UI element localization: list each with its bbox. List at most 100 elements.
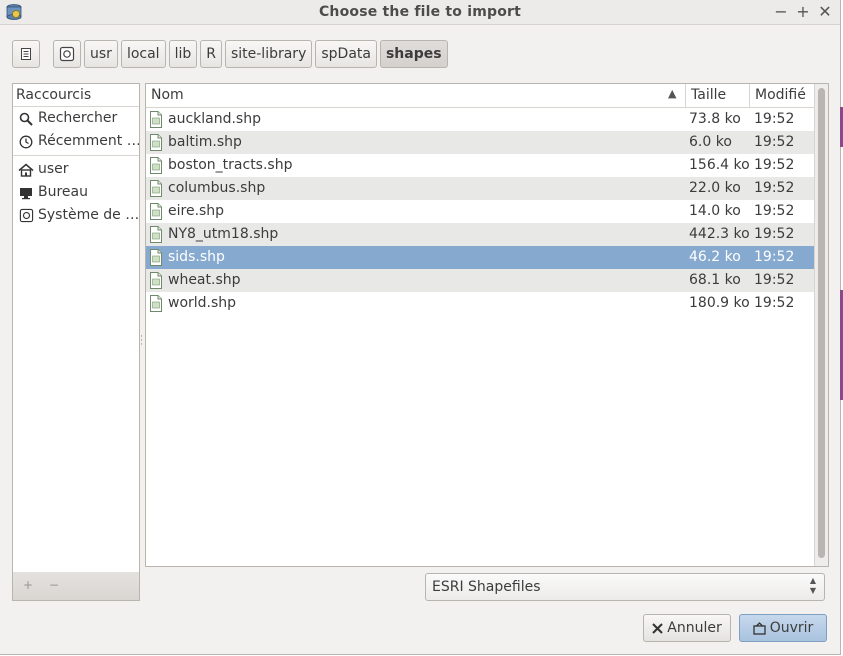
file-name: columbus.shp [168,180,266,196]
path-root-button[interactable] [53,40,81,68]
shapefile-icon [149,134,163,151]
search-icon [17,110,35,128]
file-size: 46.2 ko [689,249,741,265]
column-header-size[interactable]: Taille [685,84,749,107]
place-label: Récemment … [38,133,139,149]
file-size: 156.4 ko [689,157,750,173]
file-row[interactable]: NY8_utm18.shp 442.3 ko 19:52 [146,223,814,246]
place-label: user [38,161,69,177]
file-row[interactable]: eire.shp 14.0 ko 19:52 [146,200,814,223]
file-row[interactable]: wheat.shp 68.1 ko 19:52 [146,269,814,292]
file-name: boston_tracts.shp [168,157,293,173]
place-recent[interactable]: Récemment … [13,130,139,153]
shapefile-icon [149,157,163,174]
file-size: 22.0 ko [689,180,741,196]
file-row[interactable]: columbus.shp 22.0 ko 19:52 [146,177,814,200]
file-modified: 19:52 [754,249,795,265]
open-box-icon [753,621,766,635]
file-chooser-dialog: Choose the file to import − + ✕ usr loca… [0,0,841,655]
cancel-label: Annuler [667,620,722,636]
disk-icon [17,207,35,225]
places-toolbar: + − [12,572,140,601]
clock-icon [17,133,35,151]
cancel-x-icon [652,622,663,634]
file-modified: 19:52 [754,272,795,288]
file-modified: 19:52 [754,134,795,150]
file-name: wheat.shp [168,272,241,288]
file-row[interactable]: world.shp 180.9 ko 19:52 [146,292,814,315]
place-label: Rechercher [38,110,118,126]
path-segment-r[interactable]: R [200,40,222,68]
file-row[interactable]: baltim.shp 6.0 ko 19:52 [146,131,814,154]
file-modified: 19:52 [754,111,795,127]
shapefile-icon [149,203,163,220]
remove-bookmark-icon[interactable]: − [49,578,59,592]
file-size: 68.1 ko [689,272,741,288]
file-size: 73.8 ko [689,111,741,127]
file-modified: 19:52 [754,295,795,311]
file-modified: 19:52 [754,180,795,196]
file-size: 442.3 ko [689,226,750,242]
column-modified-label: Modifié [755,87,806,103]
file-name: baltim.shp [168,134,242,150]
close-icon[interactable]: ✕ [816,2,834,22]
path-segment-local[interactable]: local [120,40,166,68]
shapefile-icon [149,226,163,243]
file-list: Nom ▲ Taille Modifié auckland.shp 73.8 ko… [145,83,829,567]
column-header-name[interactable]: Nom [146,84,685,107]
place-filesystem[interactable]: Système de … [13,204,139,227]
file-row[interactable]: auckland.shp 73.8 ko 19:52 [146,108,814,131]
place-search[interactable]: Rechercher [13,107,139,130]
add-bookmark-icon[interactable]: + [23,578,33,592]
shapefile-icon [149,295,163,312]
file-row[interactable]: boston_tracts.shp 156.4 ko 19:52 [146,154,814,177]
file-rows: auckland.shp 73.8 ko 19:52 baltim.shp 6.0 ko… [146,108,814,315]
cancel-button[interactable]: Annuler [643,614,731,642]
places-sidebar: Raccourcis Rechercher Récemment … user B… [12,83,140,573]
shapefile-icon [149,111,163,128]
path-bar: usr local lib R site-library spData shap… [12,38,451,70]
column-name-label: Nom [151,87,184,103]
open-button[interactable]: Ouvrir [739,614,827,642]
path-segment-site-library[interactable]: site-library [224,40,313,68]
file-name: NY8_utm18.shp [168,226,279,242]
file-list-scrollbar[interactable] [814,84,828,566]
file-modified: 19:52 [754,157,795,173]
dialog-title: Choose the file to import [318,4,522,20]
column-header-modified[interactable]: Modifié [749,84,814,107]
minimize-icon[interactable]: − [772,2,790,22]
sort-ascending-icon: ▲ [668,87,677,100]
toggle-location-button[interactable] [12,40,40,68]
text-entry-icon [21,48,31,60]
path-segment-lib[interactable]: lib [168,40,198,68]
path-segment-shapes[interactable]: shapes [379,40,448,68]
column-size-label: Taille [691,87,727,103]
place-home[interactable]: user [13,158,139,181]
scrollbar-thumb[interactable] [818,88,825,558]
path-segment-usr[interactable]: usr [84,40,118,68]
file-size: 6.0 ko [689,134,732,150]
drive-icon [59,46,75,62]
file-size: 180.9 ko [689,295,750,311]
file-name: auckland.shp [168,111,261,127]
file-size: 14.0 ko [689,203,741,219]
file-type-filter-value: ESRI Shapefiles [432,579,541,595]
pane-splitter-handle[interactable]: · · · [139,333,144,350]
shapefile-icon [149,272,163,289]
path-segment-spdata[interactable]: spData [315,40,377,68]
place-label: Système de … [38,207,139,223]
file-type-filter[interactable]: ESRI Shapefiles ▲ ▼ [425,573,825,601]
title-bar[interactable]: Choose the file to import − + ✕ [0,0,840,25]
open-label: Ouvrir [769,620,814,636]
maximize-icon[interactable]: + [794,2,812,22]
file-name: world.shp [168,295,237,311]
shapefile-icon [149,180,163,197]
place-desktop[interactable]: Bureau [13,181,139,204]
file-row[interactable]: sids.shp 46.2 ko 19:52 [146,246,814,269]
place-label: Bureau [38,184,88,200]
dropdown-arrows-icon: ▲ ▼ [809,576,816,595]
file-name: eire.shp [168,203,225,219]
shapefile-icon [149,249,163,266]
places-header: Raccourcis [13,84,139,107]
places-divider [13,155,139,156]
